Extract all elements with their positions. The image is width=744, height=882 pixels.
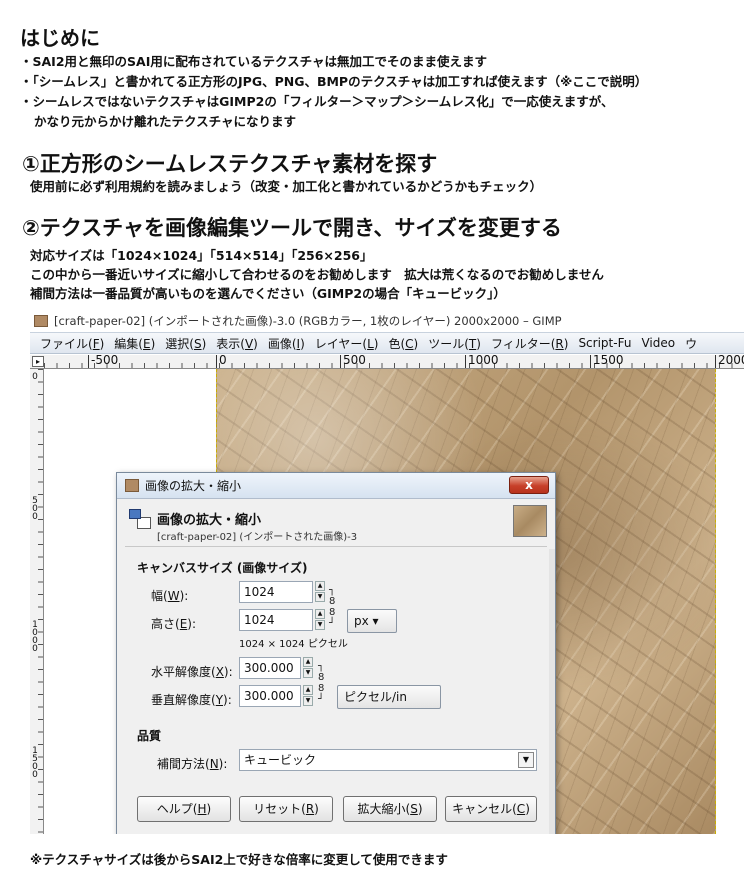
quality-section-title: 品質	[137, 729, 162, 743]
image-thumbnail	[513, 505, 547, 537]
pixel-size-info: 1024 × 1024 ピクセル	[239, 639, 348, 650]
menu-item[interactable]: Video	[641, 336, 675, 350]
dialog-scrollbar[interactable]	[549, 549, 555, 834]
x-resolution-label: 水平解像度(X):	[151, 665, 233, 679]
canvas-size-section-title: キャンバスサイズ (画像サイズ)	[137, 561, 308, 575]
vertical-ruler[interactable]: 0 500 1000 1500	[30, 369, 44, 834]
dialog-heading: 画像の拡大・縮小	[157, 513, 262, 528]
ruler-label: 0	[216, 354, 227, 368]
ruler-label: 500	[32, 496, 38, 522]
step2-note: この中から一番近いサイズに縮小して合わせるのをお勧めします 拡大は荒くなるのでお…	[30, 267, 604, 282]
scale-button[interactable]: 拡大縮小(S)	[343, 796, 437, 822]
step2-heading: ②テクスチャを画像編集ツールで開き、サイズを変更する	[22, 216, 562, 240]
reset-button[interactable]: リセット(R)	[239, 796, 333, 822]
x-resolution-input[interactable]: 300.000	[239, 657, 301, 679]
interpolation-select[interactable]: キュービック ▼	[239, 749, 537, 771]
scale-image-icon	[129, 509, 151, 531]
dialog-subtitle: [craft-paper-02] (インポートされた画像)-3	[157, 532, 358, 543]
menu-item[interactable]: 編集(E)	[114, 335, 155, 352]
intro-list: ・SAI2用と無印のSAI用に配布されているテクスチャは無加工でそのまま使えます…	[20, 52, 647, 132]
horizontal-ruler[interactable]: ▸ -500 0 500 1000 1500 2000	[30, 354, 744, 369]
resolution-unit-select[interactable]: ピクセル/in	[337, 685, 441, 709]
width-spinner[interactable]: ▲ ▼	[315, 581, 325, 603]
menu-item[interactable]: 画像(I)	[268, 335, 305, 352]
ruler-label: 1000	[465, 354, 499, 368]
ruler-ticks	[44, 363, 744, 368]
ruler-corner-icon[interactable]: ▸	[32, 356, 44, 367]
menubar: ファイル(F) 編集(E) 選択(S) 表示(V) 画像(I) レイヤー(L) 色(C) ツー…	[30, 332, 744, 354]
image-icon	[125, 479, 139, 492]
close-button[interactable]: x	[509, 476, 549, 494]
step2-notes: 対応サイズは「1024×1024」「514×514」「256×256」 この中か…	[30, 246, 604, 303]
ruler-label: 1500	[590, 354, 624, 368]
help-button[interactable]: ヘルプ(H)	[137, 796, 231, 822]
ruler-label: 0	[32, 372, 38, 382]
ruler-label: 500	[340, 354, 366, 368]
menu-item[interactable]: Script-Fu	[578, 336, 631, 350]
step2-note: 対応サイズは「1024×1024」「514×514」「256×256」	[30, 248, 373, 263]
y-resolution-spinner[interactable]: ▲ ▼	[303, 685, 313, 707]
scale-image-dialog: 画像の拡大・縮小 x 画像の拡大・縮小 [craft-paper-02] (イン…	[116, 472, 556, 834]
interpolation-label: 補間方法(N):	[157, 757, 228, 771]
footer-note: ※テクスチャサイズは後からSAI2上で好きな倍率に変更して使用できます	[30, 852, 448, 867]
dialog-window-title: 画像の拡大・縮小	[145, 479, 242, 493]
unit-select[interactable]: px ▾	[347, 609, 397, 633]
height-spinner[interactable]: ▲ ▼	[315, 609, 325, 631]
y-resolution-label: 垂直解像度(Y):	[151, 693, 232, 707]
chain-link-icon[interactable]: ┐ 8 8 ┘	[329, 585, 337, 629]
intro-bullet: ・「シームレス」と書かれてる正方形のJPG、PNG、BMPのテクスチャは加工すれ…	[20, 74, 648, 89]
menu-item[interactable]: 色(C)	[388, 335, 418, 352]
interpolation-value: キュービック	[244, 753, 317, 767]
image-icon	[34, 315, 48, 327]
menu-item[interactable]: レイヤー(L)	[315, 335, 379, 352]
menu-item[interactable]: ファイル(F)	[40, 335, 104, 352]
intro-bullet: ・シームレスではないテクスチャはGIMP2の「フィルター＞マップ＞シームレス化」…	[20, 94, 614, 109]
height-label: 高さ(E):	[151, 617, 197, 631]
intro-bullet: かなり元からかけ離れたテクスチャになります	[34, 114, 297, 129]
intro-title: はじめに	[20, 26, 100, 50]
width-input[interactable]: 1024	[239, 581, 313, 603]
cancel-button[interactable]: キャンセル(C)	[445, 796, 537, 822]
step1-note: 使用前に必ず利用規約を読みましょう（改変・加工化と書かれているかどうかもチェック…	[30, 179, 543, 194]
dialog-header: 画像の拡大・縮小 [craft-paper-02] (インポートされた画像)-3	[125, 503, 547, 547]
step1-heading: ①正方形のシームレステクスチャ素材を探す	[22, 152, 438, 176]
menu-item[interactable]: 表示(V)	[216, 335, 258, 352]
ruler-label: 2000	[715, 354, 744, 368]
menu-item[interactable]: フィルター(R)	[491, 335, 568, 352]
ruler-label: -500	[88, 354, 118, 368]
height-input[interactable]: 1024	[239, 609, 313, 631]
chain-link-icon[interactable]: ┐ 8 8 ┘	[318, 661, 326, 705]
gimp-window: [craft-paper-02] (インポートされた画像)-3.0 (RGBカラ…	[30, 310, 744, 834]
step2-note: 補間方法は一番品質が高いものを選んでください（GIMP2の場合「キュービック」）	[30, 286, 506, 301]
menu-item[interactable]: ツール(T)	[428, 335, 481, 352]
ruler-label: 1000	[32, 620, 38, 654]
ruler-label: 1500	[32, 746, 38, 780]
dialog-titlebar[interactable]: 画像の拡大・縮小	[117, 473, 555, 499]
menu-item[interactable]: ウ	[685, 335, 697, 352]
x-resolution-spinner[interactable]: ▲ ▼	[303, 657, 313, 679]
menu-item[interactable]: 選択(S)	[165, 335, 206, 352]
gimp-window-title: [craft-paper-02] (インポートされた画像)-3.0 (RGBカラ…	[54, 314, 562, 328]
width-label: 幅(W):	[151, 589, 189, 603]
intro-bullet: ・SAI2用と無印のSAI用に配布されているテクスチャは無加工でそのまま使えます	[20, 54, 487, 69]
gimp-titlebar: [craft-paper-02] (インポートされた画像)-3.0 (RGBカラ…	[30, 310, 744, 332]
chevron-down-icon[interactable]: ▼	[518, 752, 534, 768]
y-resolution-input[interactable]: 300.000	[239, 685, 301, 707]
